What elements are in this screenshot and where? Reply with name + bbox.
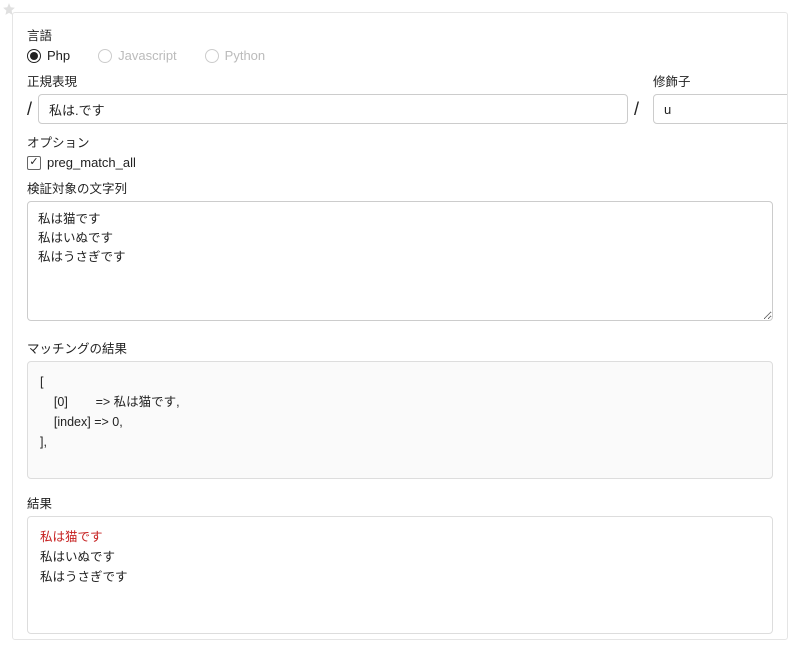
language-radio-python[interactable]: Python (205, 48, 265, 63)
language-radio-label: Javascript (118, 48, 177, 63)
language-radio-group: Php Javascript Python (27, 48, 773, 63)
match-result-label: マッチングの結果 (27, 338, 773, 357)
regex-slash-close: / (634, 99, 639, 120)
radio-icon (205, 49, 219, 63)
match-result-output: [ [0] => 私は猫です, [index] => 0, ], (27, 361, 773, 479)
result-label: 結果 (27, 493, 773, 512)
regex-input[interactable] (38, 94, 628, 124)
preg-match-all-label: preg_match_all (47, 155, 136, 170)
language-radio-label: Python (225, 48, 265, 63)
regex-slash-open: / (27, 99, 32, 120)
modifier-input[interactable] (653, 94, 788, 124)
subject-textarea[interactable]: 私は猫です 私はいぬです 私はうさぎです (27, 201, 773, 321)
radio-icon (98, 49, 112, 63)
check-icon: ✓ (29, 157, 38, 168)
options-label: オプション (27, 132, 773, 151)
radio-icon (27, 49, 41, 63)
modifier-label: 修飾子 (653, 71, 773, 90)
regex-label: 正規表現 (27, 71, 639, 90)
result-output: 私は猫です 私はいぬです 私はうさぎです (27, 516, 773, 634)
language-radio-label: Php (47, 48, 70, 63)
language-label: 言語 (27, 25, 773, 44)
result-rest: 私はいぬです 私はうさぎです (40, 550, 128, 584)
language-radio-javascript[interactable]: Javascript (98, 48, 177, 63)
language-radio-php[interactable]: Php (27, 48, 70, 63)
subject-label: 検証対象の文字列 (27, 178, 773, 197)
preg-match-all-checkbox[interactable]: ✓ (27, 156, 41, 170)
regex-tester-panel: 言語 Php Javascript Python 正規表現 / / 修飾子 (12, 12, 788, 640)
result-highlight: 私は猫です (40, 530, 103, 544)
